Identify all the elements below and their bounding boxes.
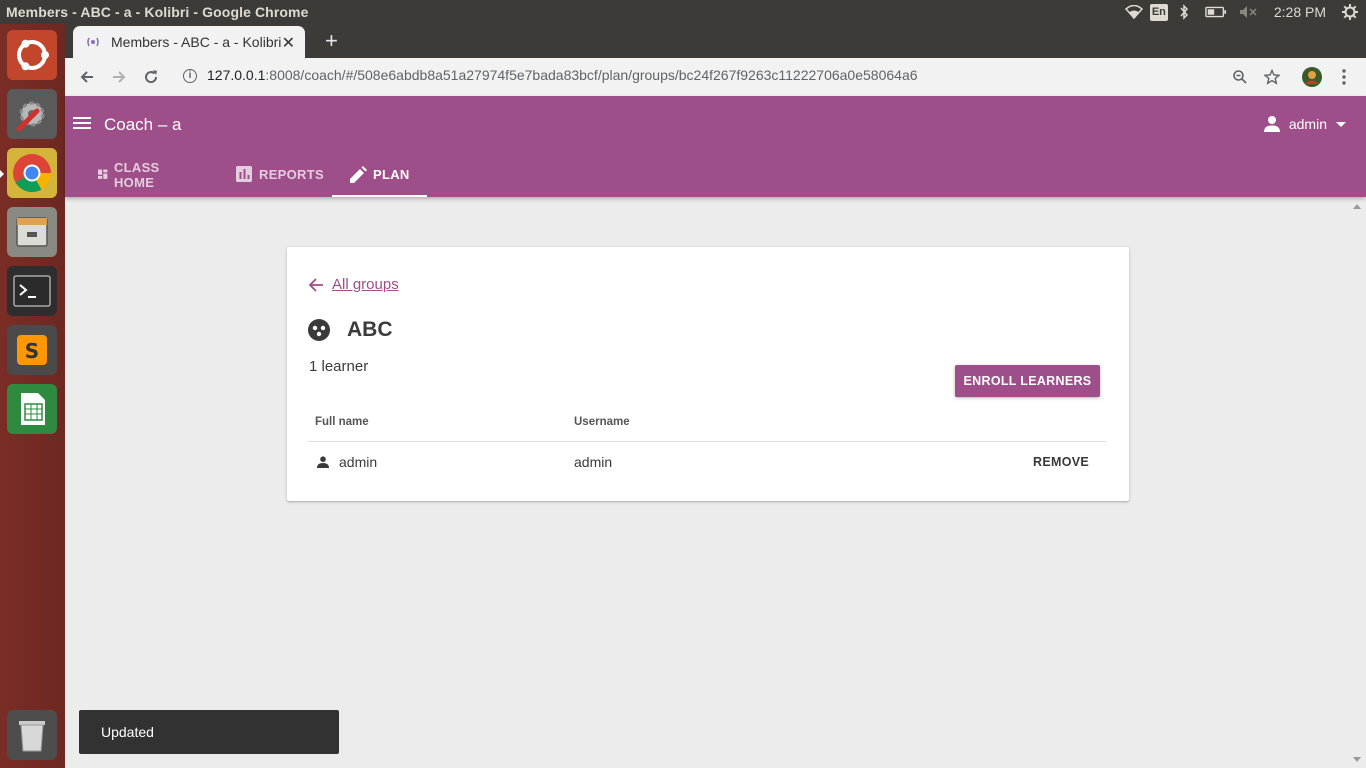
scrollbar-up-arrow[interactable] [1353,204,1361,209]
snackbar-notification: Updated [79,710,339,754]
tab-close-icon[interactable]: ✕ [282,33,295,53]
back-link-label: All groups [332,276,399,293]
system-settings-icon[interactable] [7,89,57,139]
profile-avatar[interactable] [1301,66,1323,88]
browser-toolbar: i 127.0.0.1:8008/coach/#/508e6abdb8a51a2… [65,58,1366,97]
tab-label: REPORTS [259,167,324,182]
wifi-icon[interactable] [1123,4,1145,20]
kolibri-favicon-icon [85,34,101,50]
system-tray: En 2:28 PM [1118,0,1366,24]
scrollbar-down-arrow[interactable] [1353,757,1361,762]
site-info-icon[interactable]: i [183,69,197,83]
forward-arrow-icon[interactable] [108,66,130,88]
svg-text:S: S [25,339,39,363]
all-groups-link[interactable]: All groups [308,276,399,293]
snackbar-message: Updated [101,724,154,740]
tab-class-home[interactable]: CLASS HOME [98,152,167,197]
chevron-down-icon [1336,121,1346,127]
table-header: Full name Username [308,413,1106,442]
tab-plan[interactable]: PLAN [332,152,427,197]
pencil-icon [350,166,367,183]
app-bar: Coach – a admin CLASS HOME REPORTS PLAN [65,96,1366,197]
table-row: admin admin REMOVE [308,442,1106,482]
window-title: Members - ABC - a - Kolibri - Google Chr… [6,4,309,20]
column-header-username: Username [574,416,630,428]
bluetooth-icon[interactable] [1173,4,1195,20]
member-full-name: admin [339,454,378,470]
chrome-icon[interactable] [7,148,57,198]
user-name: admin [1288,116,1327,132]
trash-icon[interactable] [7,710,57,760]
group-name: ABC [347,318,393,341]
volume-muted-icon[interactable] [1237,4,1259,20]
clock[interactable]: 2:28 PM [1274,4,1326,20]
url-path: :8008/coach/#/508e6abdb8a51a27974f5e7bad… [265,67,918,83]
members-table: Full name Username admin admin REMOVE [308,413,1106,482]
url-host: 127.0.0.1 [207,67,266,83]
bookmark-star-icon[interactable] [1261,66,1283,88]
browser-tab[interactable]: Members - ABC - a - Kolibri ✕ [73,26,305,58]
column-header-full-name: Full name [315,416,369,428]
active-app-indicator [0,170,4,178]
hamburger-menu-icon[interactable] [73,114,91,132]
back-arrow-icon [308,277,323,292]
kolibri-app: Coach – a admin CLASS HOME REPORTS PLAN [65,96,1366,768]
group-title-row: ABC [308,318,393,342]
browser-tabstrip: Members - ABC - a - Kolibri ✕ + [65,24,1366,58]
address-bar[interactable]: 127.0.0.1:8008/coach/#/508e6abdb8a51a279… [207,67,918,83]
zoom-icon[interactable] [1229,66,1251,88]
battery-icon[interactable] [1205,4,1227,20]
sublime-text-icon[interactable]: S [7,325,57,375]
back-arrow-icon[interactable] [76,66,98,88]
libreoffice-calc-icon[interactable] [7,384,57,434]
person-icon [317,456,329,468]
user-menu[interactable]: admin [1263,115,1346,133]
reload-icon[interactable] [140,66,162,88]
learner-count: 1 learner [309,358,369,375]
files-manager-icon[interactable] [7,207,57,257]
member-username: admin [574,454,613,470]
group-people-icon [308,319,330,341]
remove-member-button[interactable]: REMOVE [1033,455,1089,469]
terminal-icon[interactable] [7,266,57,316]
browser-menu-icon[interactable] [1333,66,1355,88]
active-tab-indicator [332,195,427,197]
tab-label: CLASS HOME [113,159,160,190]
ubuntu-dash-icon[interactable] [7,30,57,80]
group-members-card: All groups ABC 1 learner ENROLL LEARNERS… [287,247,1129,501]
tab-label: PLAN [373,167,410,182]
user-person-icon [1263,116,1280,132]
system-top-panel: Members - ABC - a - Kolibri - Google Chr… [0,0,1366,24]
ubuntu-launcher: S [0,24,66,768]
keyboard-language-indicator[interactable]: En [1149,3,1168,21]
tab-title: Members - ABC - a - Kolibri [111,34,282,50]
new-tab-button[interactable]: + [325,28,338,54]
settings-gear-icon[interactable] [1339,4,1361,20]
dashboard-icon [98,169,108,179]
app-title: Coach – a [104,115,182,134]
enroll-learners-button[interactable]: ENROLL LEARNERS [955,365,1100,397]
bar-chart-icon [236,166,252,182]
tab-reports[interactable]: REPORTS [236,152,324,197]
